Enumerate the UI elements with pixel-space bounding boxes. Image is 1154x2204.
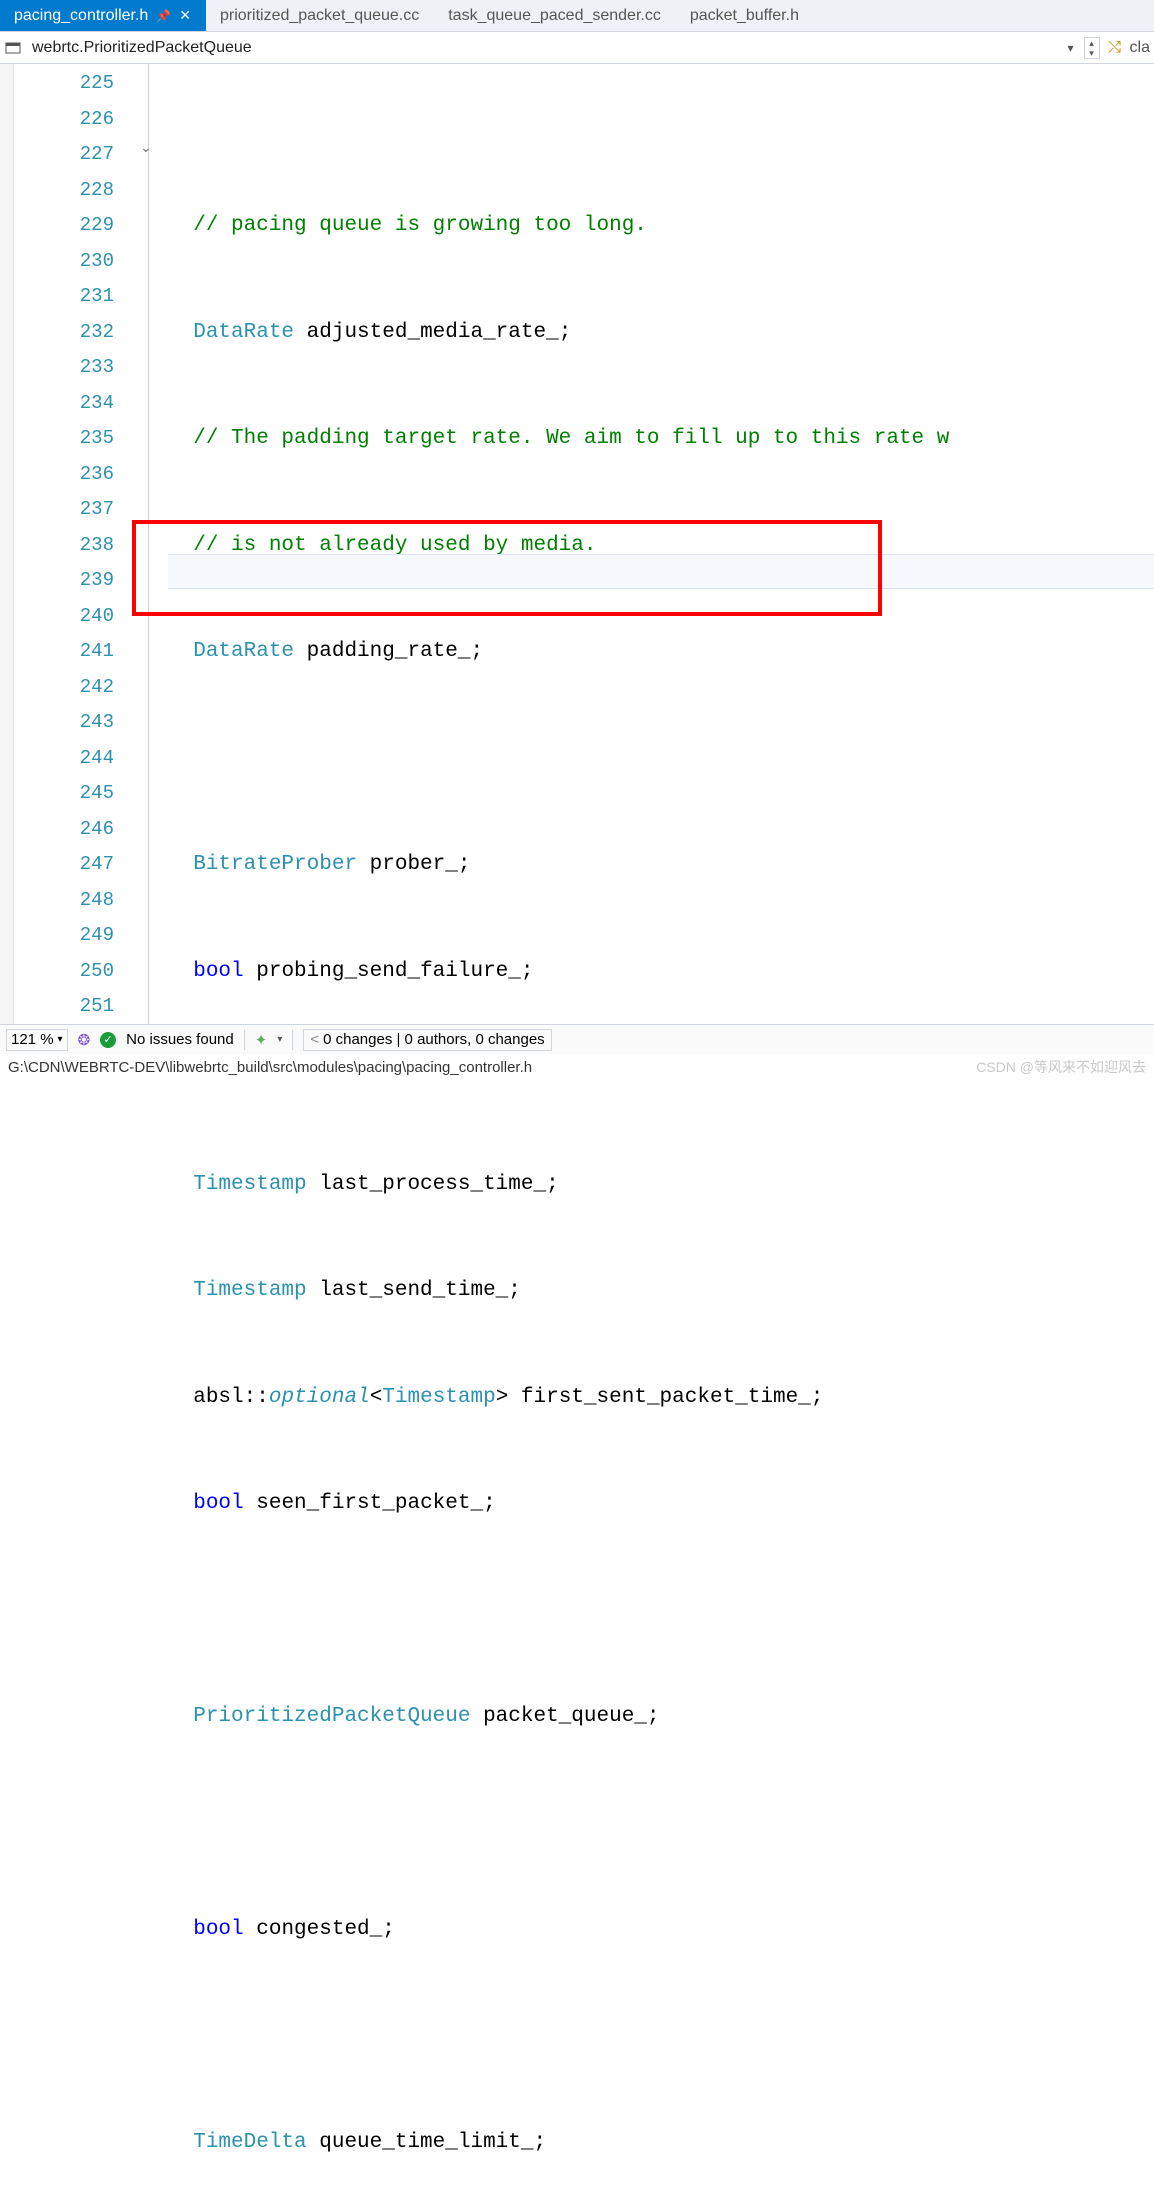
line-number: 247 [14, 847, 114, 883]
scope-text: webrtc.PrioritizedPacketQueue [32, 39, 252, 57]
line-number: 244 [14, 741, 114, 777]
tab-bar: pacing_controller.h 📌 ✕ prioritized_pack… [0, 0, 1154, 32]
check-icon: ✓ [100, 1032, 116, 1048]
tab-label: task_queue_paced_sender.cc [448, 7, 661, 25]
line-number-gutter: 2252262272282292302312322332342352362372… [14, 64, 134, 1024]
line-number: 226 [14, 102, 114, 138]
code-line: bool probing_send_failure_; [168, 954, 1154, 990]
nav-right-hint: cla [1130, 39, 1150, 57]
line-number: 243 [14, 705, 114, 741]
swap-icon[interactable]: ⤭ [1106, 39, 1124, 57]
tab-label: packet_buffer.h [690, 7, 799, 25]
line-number: 231 [14, 279, 114, 315]
code-line: Timestamp last_send_time_; [168, 1273, 1154, 1309]
step-down-icon[interactable]: ▾ [1085, 48, 1099, 58]
code-line: DataRate adjusted_media_rate_; [168, 315, 1154, 351]
code-line: absl::optional<Timestamp> first_sent_pac… [168, 1380, 1154, 1416]
code-line: BitrateProber prober_; [168, 847, 1154, 883]
code-line [168, 1593, 1154, 1629]
line-number: 235 [14, 421, 114, 457]
code-line: Timestamp last_process_time_; [168, 1167, 1154, 1203]
scope-icon [4, 39, 22, 57]
step-up-icon[interactable]: ▴ [1085, 38, 1099, 48]
code-line: bool congested_; [168, 1912, 1154, 1948]
line-number: 229 [14, 208, 114, 244]
code-line [168, 1060, 1154, 1096]
line-number: 236 [14, 457, 114, 493]
tab-packet-buffer[interactable]: packet_buffer.h [676, 0, 814, 31]
line-number: 230 [14, 244, 114, 280]
code-line [168, 741, 1154, 777]
tab-label: prioritized_packet_queue.cc [220, 7, 419, 25]
chevron-down-icon[interactable]: ▾ [58, 1034, 63, 1045]
health-icon[interactable]: ❂ [78, 1031, 91, 1049]
line-number: 232 [14, 315, 114, 351]
code-editor[interactable]: 2252262272282292302312322332342352362372… [0, 64, 1154, 1024]
tab-label: pacing_controller.h [14, 7, 148, 25]
outline-margin [0, 64, 14, 1024]
navigation-bar: webrtc.PrioritizedPacketQueue ▾ ▴ ▾ ⤭ cl… [0, 32, 1154, 64]
code-line [168, 1806, 1154, 1842]
code-area[interactable]: // pacing queue is growing too long. Dat… [168, 64, 1154, 1024]
code-line: // pacing queue is growing too long. [168, 208, 1154, 244]
line-number: 227 [14, 137, 114, 173]
code-line: PrioritizedPacketQueue packet_queue_; [168, 1699, 1154, 1735]
tab-task-queue-paced-sender[interactable]: task_queue_paced_sender.cc [434, 0, 676, 31]
tab-prioritized-packet-queue[interactable]: prioritized_packet_queue.cc [206, 0, 434, 31]
zoom-value: 121 % [11, 1031, 54, 1048]
line-number: 234 [14, 386, 114, 422]
line-number: 242 [14, 670, 114, 706]
zoom-dropdown[interactable]: 121 % ▾ [6, 1029, 68, 1051]
chevron-down-icon[interactable]: ▾ [1064, 41, 1078, 55]
pin-icon[interactable]: 📌 [156, 9, 171, 23]
line-number: 238 [14, 528, 114, 564]
close-icon[interactable]: ✕ [179, 7, 191, 24]
nav-stepper[interactable]: ▴ ▾ [1084, 37, 1100, 59]
fold-toggle-icon[interactable]: ⌄ [140, 140, 152, 157]
tab-pacing-controller[interactable]: pacing_controller.h 📌 ✕ [0, 0, 206, 31]
line-number: 245 [14, 776, 114, 812]
code-line: // The padding target rate. We aim to fi… [168, 421, 1154, 457]
code-line: bool seen_first_packet_; [168, 1486, 1154, 1522]
line-number: 241 [14, 634, 114, 670]
line-number: 249 [14, 918, 114, 954]
fold-column: ⌄ [134, 64, 168, 1024]
line-number: 251 [14, 989, 114, 1025]
line-number: 237 [14, 492, 114, 528]
line-number: 225 [14, 66, 114, 102]
line-number: 250 [14, 954, 114, 990]
line-number: 248 [14, 883, 114, 919]
code-line: TimeDelta queue_time_limit_; [168, 2125, 1154, 2161]
scope-dropdown[interactable]: webrtc.PrioritizedPacketQueue [28, 39, 1058, 57]
line-number: 246 [14, 812, 114, 848]
code-line: // is not already used by media. [168, 528, 1154, 564]
line-number: 233 [14, 350, 114, 386]
line-number: 239 [14, 563, 114, 599]
line-number: 228 [14, 173, 114, 209]
line-number: 240 [14, 599, 114, 635]
code-line: DataRate padding_rate_; [168, 634, 1154, 670]
code-line [168, 2019, 1154, 2055]
